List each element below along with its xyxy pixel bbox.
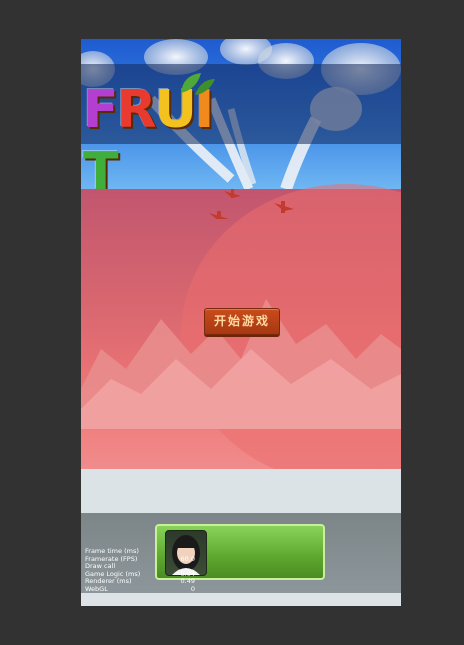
game-canvas[interactable]: FRUIT 开始游戏 Frame time (ms) Framerate (FP… <box>81 39 401 606</box>
leaf-icon <box>181 73 215 95</box>
stat-row: WebGL 0 <box>85 584 195 594</box>
stat-label: WebGL <box>85 584 108 593</box>
logo-letter-f: F <box>83 80 119 140</box>
airplanes <box>209 189 294 219</box>
bottom-strip <box>81 593 401 606</box>
stat-value: 60.0 <box>180 554 195 563</box>
logo-letter-r: R <box>116 80 157 140</box>
debug-stats: Frame time (ms) Framerate (FPS) 60.0 Draw… <box>85 547 195 594</box>
snow-band <box>81 469 401 513</box>
stat-value: 0 <box>190 584 195 593</box>
start-game-button[interactable]: 开始游戏 <box>204 308 280 335</box>
